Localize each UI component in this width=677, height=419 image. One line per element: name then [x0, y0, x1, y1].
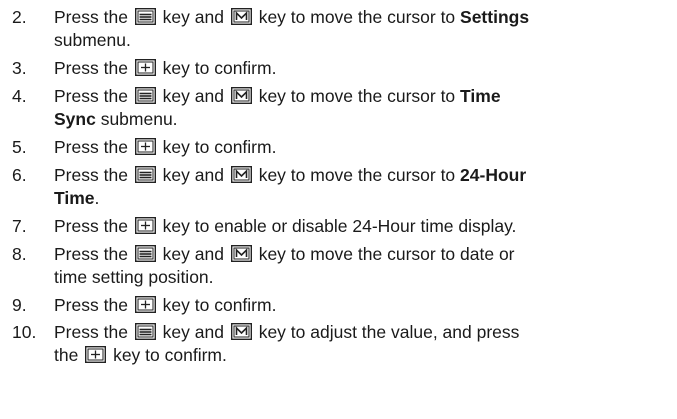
step-number: 3.: [12, 58, 27, 78]
text-run: .: [94, 188, 100, 208]
menu-key-icon: [134, 245, 156, 262]
text-run: key to move the cursor to date or: [253, 244, 515, 264]
text-run: Press the: [54, 244, 133, 264]
step-number: 5.: [12, 137, 27, 157]
text-run: submenu.: [95, 109, 178, 129]
step-number: 10.: [12, 322, 37, 342]
text-run: key and: [157, 86, 229, 106]
text-run: Press the: [54, 7, 133, 27]
m-key-icon: [230, 166, 252, 183]
bold-term: Time: [460, 86, 501, 106]
menu-key-icon: [134, 323, 156, 340]
instruction-list: 2. Press the key and key to move the curs…: [0, 0, 677, 419]
step-text: Press the key and key to move the cursor…: [54, 244, 674, 265]
step-text: Press the key to confirm.: [54, 58, 674, 79]
text-run: key to confirm.: [157, 295, 277, 315]
step-text: Time.: [54, 188, 674, 209]
text-run: time setting position.: [54, 267, 214, 287]
step-text: Press the key and key to adjust the valu…: [54, 322, 674, 343]
step-text: Press the key to enable or disable 24-Ho…: [54, 216, 674, 237]
step-number: 9.: [12, 295, 27, 315]
text-run: key and: [157, 7, 229, 27]
plus-key-icon: [85, 346, 107, 363]
bold-term: Settings: [460, 7, 530, 27]
text-run: key to move the cursor to: [253, 7, 461, 27]
step-number: 7.: [12, 216, 27, 236]
m-key-icon: [230, 87, 252, 104]
text-run: key to enable or disable 24-Hour time di…: [157, 216, 517, 236]
text-run: key to move the cursor to: [253, 165, 461, 185]
plus-key-icon: [134, 138, 156, 155]
text-run: key to confirm.: [157, 58, 277, 78]
text-run: Press the: [54, 295, 133, 315]
step-text: Press the key and key to move the cursor…: [54, 86, 674, 107]
text-run: Press the: [54, 165, 133, 185]
step-text: Press the key and key to move the cursor…: [54, 165, 674, 186]
step-text: the key to confirm.: [54, 345, 674, 366]
text-run: key and: [157, 322, 229, 342]
text-run: Press the: [54, 58, 133, 78]
text-run: key and: [157, 165, 229, 185]
text-run: Press the: [54, 322, 133, 342]
text-run: Press the: [54, 86, 133, 106]
step-number: 8.: [12, 244, 27, 264]
bold-term: Sync: [54, 109, 96, 129]
text-run: key to confirm.: [157, 137, 277, 157]
text-run: Press the: [54, 216, 133, 236]
step-text: submenu.: [54, 30, 674, 51]
text-run: the: [54, 345, 84, 365]
text-run: submenu.: [54, 30, 131, 50]
m-key-icon: [230, 8, 252, 25]
plus-key-icon: [134, 59, 156, 76]
text-run: key and: [157, 244, 229, 264]
step-text: Press the key and key to move the cursor…: [54, 7, 674, 28]
bold-term: 24-Hour: [460, 165, 527, 185]
step-text: Press the key to confirm.: [54, 295, 674, 316]
plus-key-icon: [134, 217, 156, 234]
menu-key-icon: [134, 166, 156, 183]
plus-key-icon: [134, 296, 156, 313]
m-key-icon: [230, 323, 252, 340]
text-run: key to move the cursor to: [253, 86, 461, 106]
step-text: time setting position.: [54, 267, 674, 288]
text-run: key to adjust the value, and press: [253, 322, 520, 342]
menu-key-icon: [134, 8, 156, 25]
step-text: Sync submenu.: [54, 109, 674, 130]
bold-term: Time: [54, 188, 95, 208]
step-text: Press the key to confirm.: [54, 137, 674, 158]
step-number: 2.: [12, 7, 27, 27]
text-run: key to confirm.: [108, 345, 227, 365]
menu-key-icon: [134, 87, 156, 104]
text-run: Press the: [54, 137, 133, 157]
step-number: 6.: [12, 165, 27, 185]
m-key-icon: [230, 245, 252, 262]
step-number: 4.: [12, 86, 27, 106]
